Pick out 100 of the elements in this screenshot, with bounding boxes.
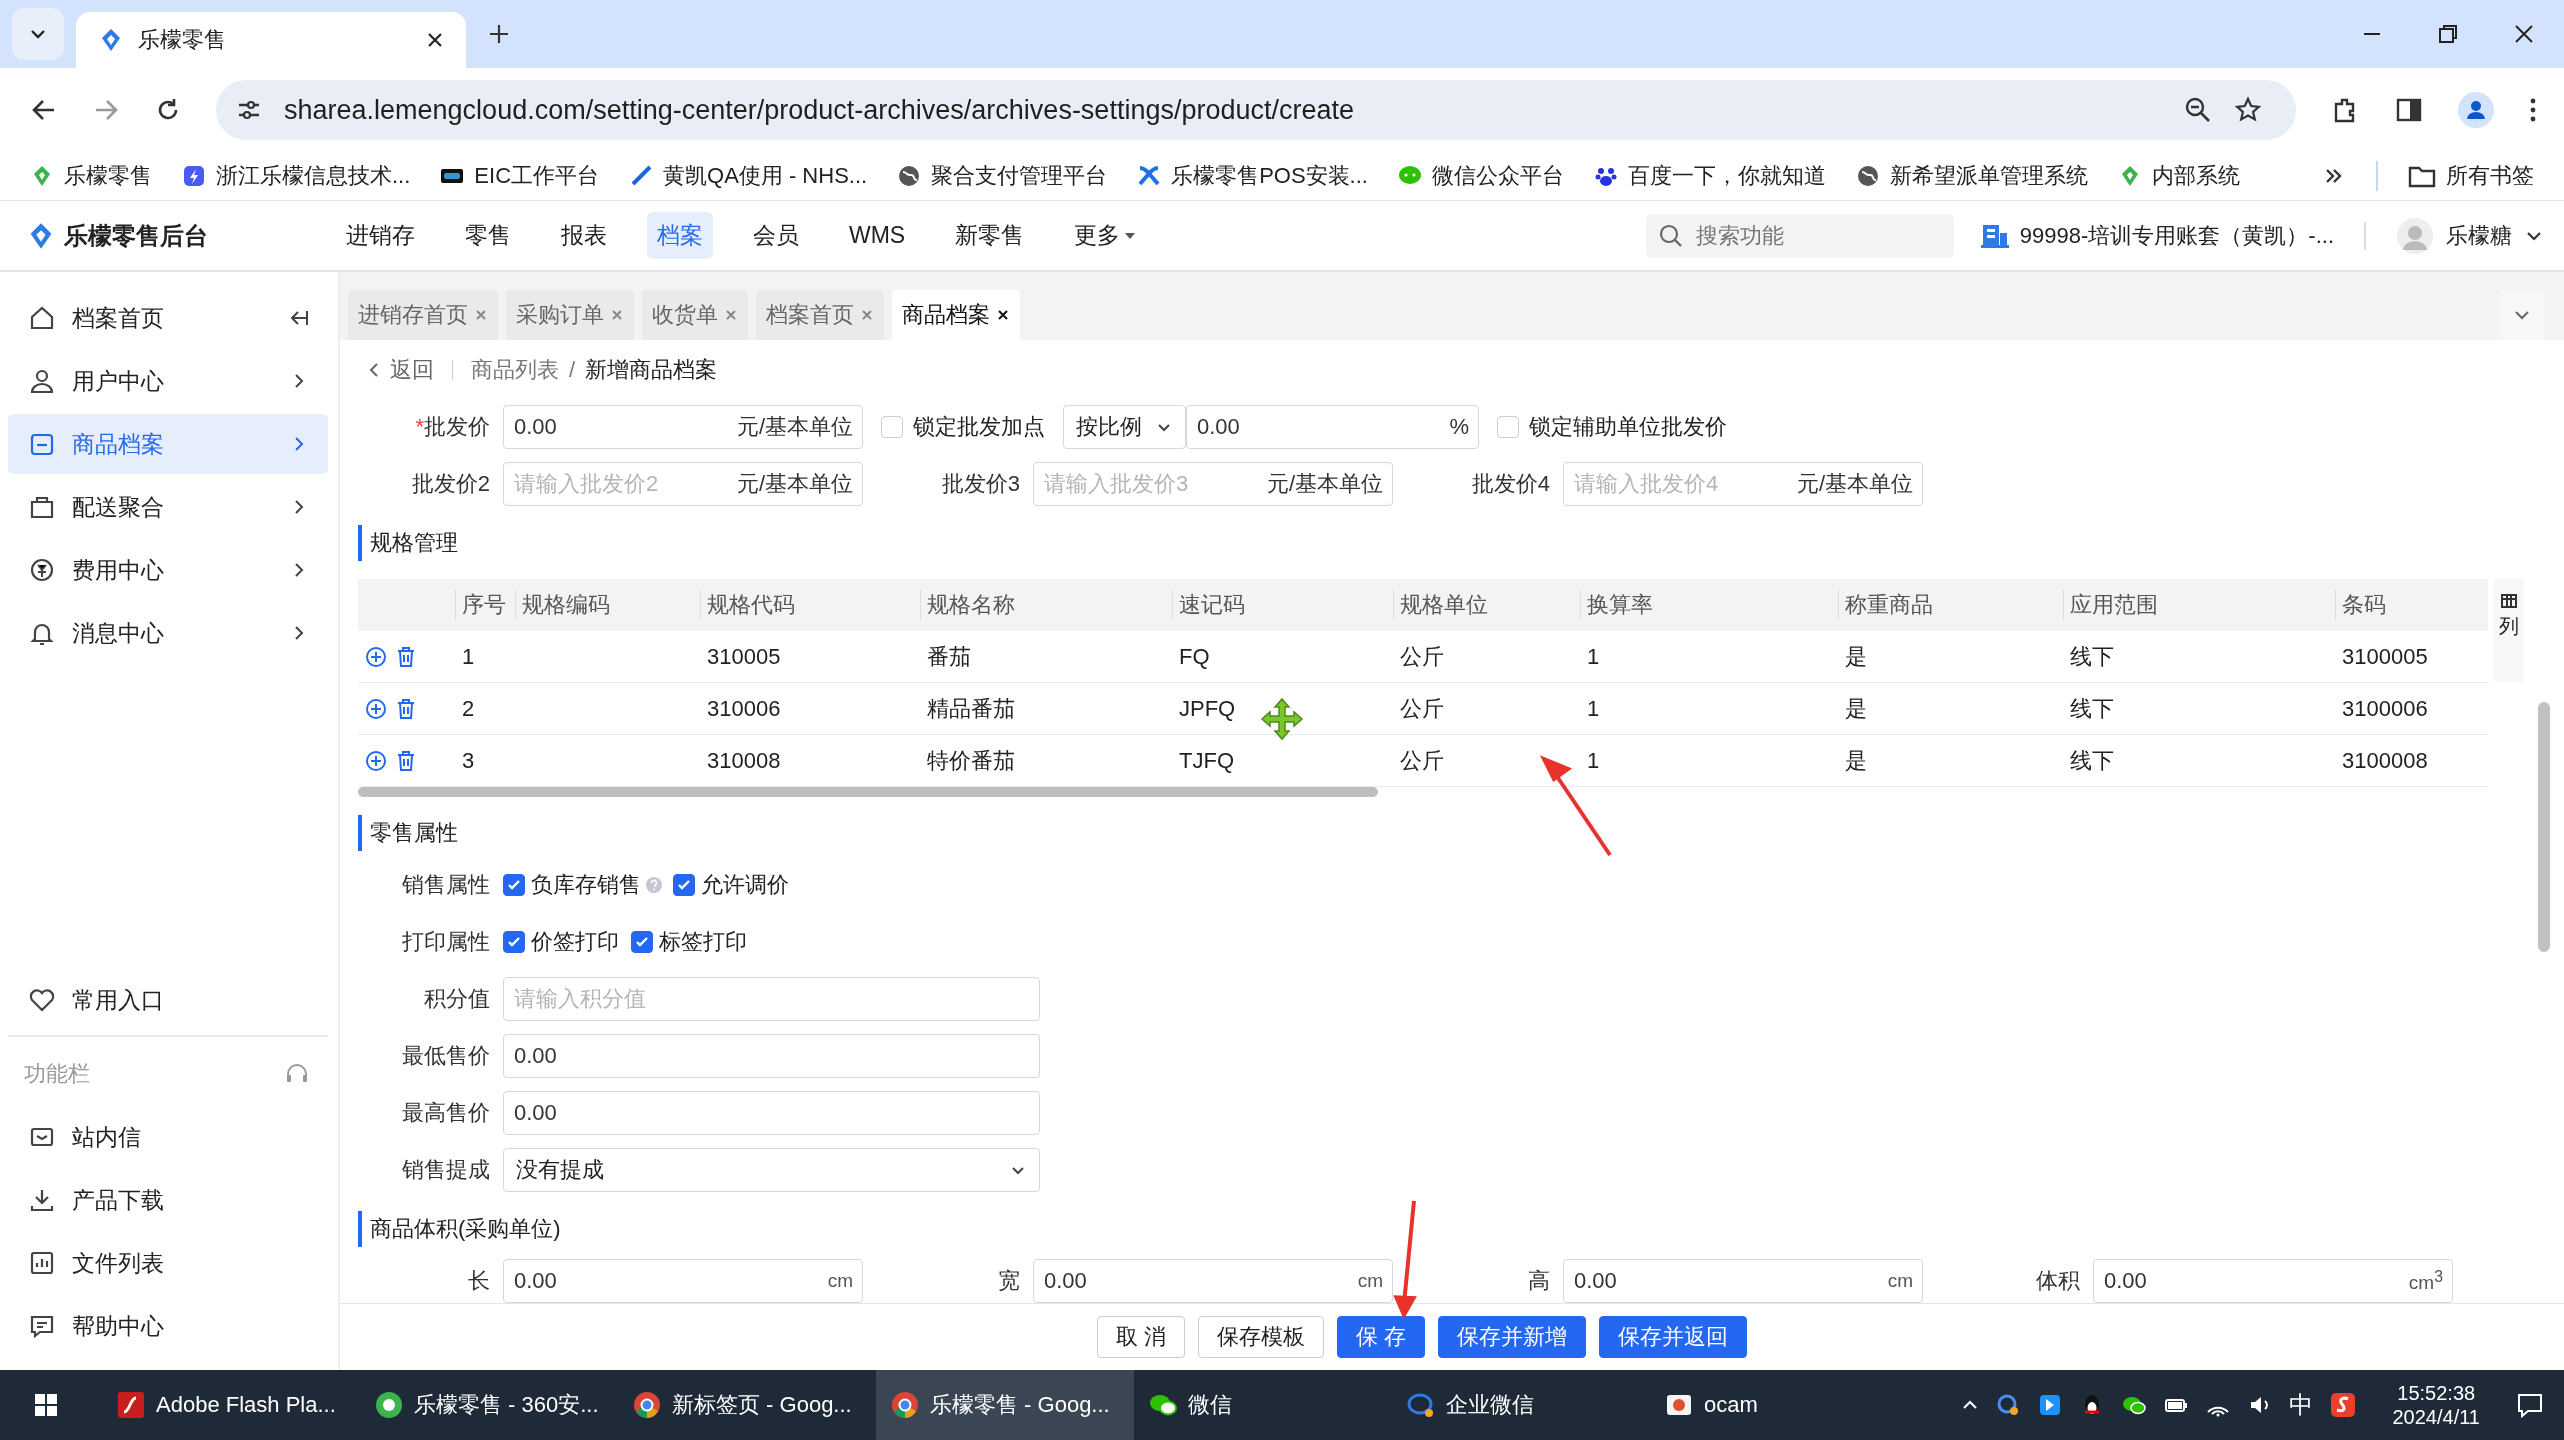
select-field[interactable]: 没有提成 [503, 1148, 1040, 1192]
bookmark[interactable]: 乐檬零售POS安装... [1137, 161, 1368, 191]
clock[interactable]: 15:52:38 2024/4/11 [2392, 1381, 2480, 1429]
all-bookmarks-button[interactable]: 所有书签 [2408, 161, 2534, 191]
nav-tab[interactable]: 报表 [551, 212, 617, 259]
bookmark[interactable]: EIC工作平台 [440, 161, 600, 191]
user-icon [28, 367, 56, 395]
checkbox[interactable]: 锁定辅助单位批发价 [1497, 412, 1727, 442]
column-header: 换算率 [1580, 590, 1838, 620]
taskbar-app[interactable]: 新标签页 - Goog... [618, 1370, 876, 1440]
table-cell: 特价番茄 [927, 747, 1015, 773]
checkbox[interactable]: 价签打印 [503, 927, 619, 957]
checkbox[interactable]: 负库存销售 [503, 870, 641, 900]
notification-icon[interactable] [2516, 1391, 2544, 1419]
sidebar-item[interactable]: 用户中心 [8, 351, 328, 411]
scrollbar-thumb[interactable] [2538, 702, 2550, 952]
bookmark[interactable]: 百度一下，你就知道 [1593, 161, 1826, 191]
bookmark-label: 内部系统 [2151, 162, 2240, 190]
page-tab[interactable]: 进销存首页 [348, 290, 498, 340]
search-field[interactable]: 搜索功能 [1645, 213, 1954, 258]
page-tab[interactable]: 采购订单 [506, 290, 634, 340]
table-cell: 310006 [707, 695, 781, 721]
taskbar-app[interactable]: ocam [1650, 1370, 1908, 1440]
input-method-indicator[interactable]: 中 [2288, 1389, 2313, 1421]
input-field[interactable]: 0.00 [503, 1034, 1040, 1078]
nav-tab[interactable]: 更多 [1064, 212, 1147, 259]
star-icon[interactable] [2234, 96, 2262, 124]
sidebar-item[interactable]: 消息中心 [8, 603, 328, 663]
taskbar-app[interactable]: Adobe Flash Pla... [102, 1370, 360, 1440]
restore-icon[interactable] [2436, 22, 2460, 46]
column-header: 规格单位 [1393, 590, 1580, 620]
sidebar-item[interactable]: 商品档案 [8, 414, 328, 474]
address-bar[interactable]: sharea.lemengcloud.com/setting-center/product-archives/archives-settings/product/create [216, 80, 2296, 140]
close-icon[interactable] [996, 308, 1010, 322]
nav-tab[interactable]: 零售 [455, 212, 521, 259]
nav-tab[interactable]: 会员 [743, 212, 809, 259]
taskbar-app[interactable]: 乐檬零售 - Goog... [876, 1370, 1134, 1440]
field-label: 最低售价 [401, 1042, 490, 1070]
sogou-icon[interactable] [2328, 1391, 2357, 1419]
sidebar-item[interactable]: 帮助中心 [8, 1296, 328, 1356]
add-icon[interactable] [364, 748, 388, 773]
zoom-out-icon[interactable] [2184, 96, 2212, 124]
back-link[interactable]: 返回 [366, 355, 434, 385]
sidebar-item[interactable]: 文件列表 [8, 1233, 328, 1293]
sidebar-item[interactable]: 产品下载 [8, 1170, 328, 1230]
input-field[interactable]: 0.00 [503, 1091, 1040, 1135]
sidebar-item[interactable]: 站内信 [8, 1107, 328, 1167]
close-icon[interactable] [426, 31, 444, 49]
taskbar-app[interactable]: 企业微信 [1392, 1370, 1650, 1440]
nav-tab[interactable]: 新零售 [945, 212, 1035, 259]
add-icon[interactable] [364, 696, 388, 721]
sidebar-item[interactable]: 常用入口 [8, 970, 328, 1030]
scrollbar-thumb[interactable] [358, 787, 1378, 797]
taskbar-app[interactable]: 微信 [1134, 1370, 1392, 1440]
table-cell: 番茄 [927, 643, 971, 669]
bookmark[interactable]: 聚合支付管理平台 [897, 161, 1108, 191]
action-button[interactable]: 保存模板 [1198, 1316, 1324, 1358]
field-label: 批发价4 [1470, 470, 1550, 498]
sidebar-item[interactable]: 费用中心 [8, 540, 328, 600]
sidebar-item[interactable]: 档案首页 [8, 288, 328, 348]
nav-tab[interactable]: 档案 [647, 212, 713, 259]
column-header: 应用范围 [2063, 590, 2335, 620]
bookmark-label: 黄凯QA使用 - NHS... [663, 162, 868, 190]
nav-tab[interactable]: 进销存 [336, 212, 425, 259]
windows-start-icon[interactable] [34, 1393, 58, 1417]
bookmark[interactable]: 黄凯QA使用 - NHS... [629, 161, 868, 191]
action-button[interactable]: 取 消 [1096, 1316, 1185, 1358]
table-cell: 公斤 [1400, 643, 1444, 669]
nav-tab[interactable]: WMS [839, 212, 916, 259]
account-selector[interactable]: 99998-培训专用账套（黄凯）-... [1979, 220, 2334, 251]
input-field[interactable]: 请输入积分值 [503, 977, 1040, 1021]
page-tab[interactable]: 商品档案 [892, 290, 1020, 340]
page-tab[interactable]: 档案首页 [756, 290, 884, 340]
bookmark[interactable]: 微信公众平台 [1397, 161, 1564, 191]
browser-tab[interactable]: 乐檬零售 [76, 12, 466, 68]
select-field[interactable]: 按比例 [1063, 405, 1186, 449]
bookmark[interactable]: 新希望派单管理系统 [1855, 161, 2088, 191]
breadcrumb-item[interactable]: 商品列表 [471, 355, 559, 385]
checkbox[interactable]: 允许调价 [673, 870, 789, 900]
taskbar-app[interactable]: 乐檬零售 - 360安... [360, 1370, 618, 1440]
column-settings-button[interactable]: 列 [2494, 579, 2524, 682]
search-input[interactable]: 搜索功能 [1693, 221, 1938, 250]
unit-suffix: 元/基本单位 [736, 470, 853, 498]
action-button[interactable]: 保 存 [1337, 1316, 1426, 1358]
tab-title: 乐檬零售 [138, 26, 227, 54]
new-tab-icon[interactable] [488, 23, 510, 45]
bookmark[interactable]: 乐檬零售 [30, 161, 152, 191]
page-tab[interactable]: 收货单 [642, 290, 748, 340]
action-button[interactable]: 保存并新增 [1438, 1316, 1587, 1358]
sidebar-item[interactable]: 配送聚合 [8, 477, 328, 537]
bookmark[interactable]: 内部系统 [2117, 161, 2240, 191]
user-menu[interactable]: 乐檬糖 [2396, 216, 2544, 255]
add-icon[interactable] [364, 644, 388, 669]
action-button[interactable]: 保存并返回 [1599, 1316, 1748, 1358]
building-icon [1979, 222, 2010, 249]
bookmark[interactable]: 浙江乐檬信息技术... [182, 161, 411, 191]
table-cell: 3100005 [2342, 643, 2428, 669]
checkbox[interactable]: 标签打印 [631, 927, 747, 957]
profile-icon[interactable] [2458, 92, 2494, 128]
checkbox[interactable]: 锁定批发加点 [881, 412, 1045, 442]
